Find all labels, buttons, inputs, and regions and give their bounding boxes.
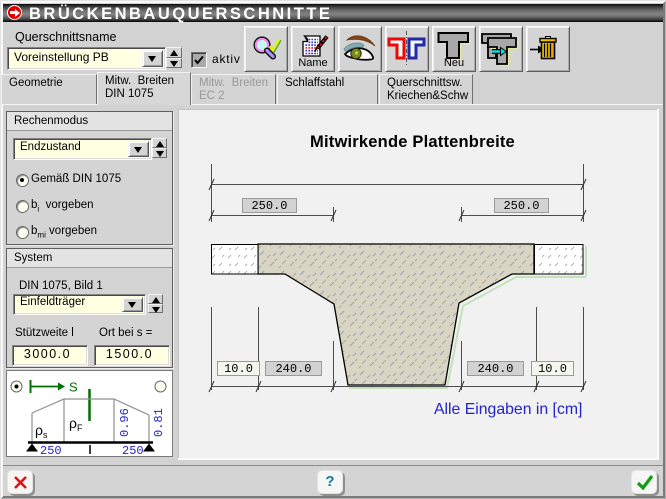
svg-text:S: S: [69, 380, 78, 395]
svg-text:ρF: ρF: [69, 415, 83, 433]
svg-text:ρs: ρs: [35, 422, 48, 440]
svg-text:0.96: 0.96: [118, 408, 132, 437]
svg-text:250: 250: [40, 444, 62, 456]
svg-text:250: 250: [122, 444, 144, 456]
svg-text:0.81: 0.81: [152, 408, 166, 437]
